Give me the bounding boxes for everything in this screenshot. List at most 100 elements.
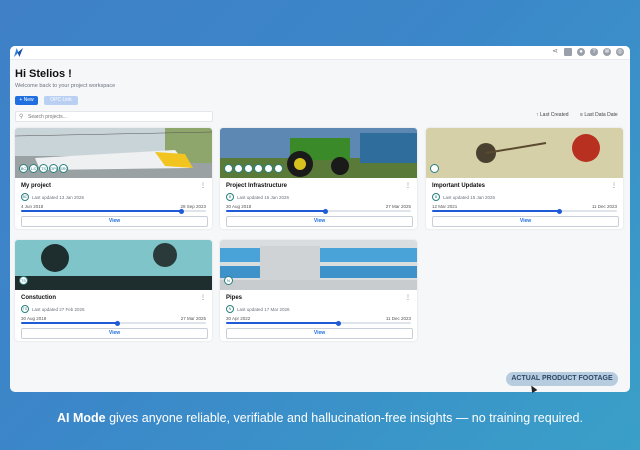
badge: [234, 164, 243, 173]
project-thumbnail-pipes: [220, 240, 417, 290]
user-avatar-icon: TS: [21, 305, 29, 313]
footage-badge: ACTUAL PRODUCT FOOTAGE: [506, 372, 618, 386]
badge: OPC: [49, 164, 59, 173]
caption-text: gives anyone reliable, verifiable and ha…: [105, 411, 583, 425]
badge: [274, 164, 283, 173]
share-icon[interactable]: ⋖: [551, 48, 559, 56]
end-date: 27 Mar 2025: [385, 204, 411, 209]
badge: SRC: [59, 164, 69, 173]
badge: N: [224, 276, 233, 285]
project-card[interactable]: TS Constuction ⋮ TS Last updated 27 Feb …: [15, 240, 212, 341]
project-badges: [430, 164, 439, 173]
new-project-button[interactable]: + New: [15, 96, 38, 105]
badge: [254, 164, 263, 173]
more-options-icon[interactable]: ⋮: [611, 182, 617, 189]
person-icon[interactable]: ●: [577, 48, 585, 56]
badge: TS: [39, 164, 48, 173]
search-box: ⚲: [15, 111, 213, 122]
project-card[interactable]: N Pipes ⋮ N Last updated 17 Mar 2026 30 …: [220, 240, 417, 341]
progress-fill: [432, 210, 560, 212]
user-avatar-icon: B: [226, 193, 234, 201]
more-options-icon[interactable]: ⋮: [405, 294, 411, 301]
view-button[interactable]: View: [226, 216, 413, 227]
last-updated-text: Last updated 15 Jan 2026: [237, 194, 290, 200]
project-title: Project Infrastructure: [226, 183, 288, 189]
app-window: ⋖ ● ? ✲ ◎ Hi Stelios ! Welcome back to y…: [10, 46, 630, 392]
progress-fill: [226, 322, 339, 324]
end-date: 11 Dec 2023: [385, 316, 411, 321]
caption-bold: AI Mode: [57, 411, 106, 425]
progress-bar: [21, 208, 206, 214]
project-card[interactable]: BC LS TS OPC SRC My project ⋮ BC Last up…: [15, 128, 212, 229]
project-card[interactable]: Important Updates ⋮ B Last updated 15 Ja…: [426, 128, 623, 229]
start-date: 4 Jun 2018: [21, 204, 44, 209]
project-thumbnail-splash: [426, 128, 623, 178]
welcome-text: Welcome back to your project workspace: [15, 83, 116, 89]
last-updated: TS Last updated 27 Feb 2026: [21, 305, 85, 313]
app-logo[interactable]: [14, 48, 23, 57]
page-title: Hi Stelios !: [15, 68, 72, 80]
progress-bar: [432, 208, 617, 214]
project-badges: TS: [19, 276, 28, 285]
last-updated: BC Last updated 13 Jan 2026: [21, 193, 84, 201]
progress-knob: [336, 320, 342, 326]
last-updated-text: Last updated 27 Feb 2026: [32, 306, 85, 312]
project-title: Important Updates: [432, 183, 486, 189]
more-options-icon[interactable]: ⋮: [200, 294, 206, 301]
project-card[interactable]: Project Infrastructure ⋮ B Last updated …: [220, 128, 417, 229]
settings-icon[interactable]: ✲: [603, 48, 611, 56]
last-updated: B Last updated 15 Jan 2026: [432, 193, 495, 201]
last-updated-text: Last updated 13 Jan 2026: [32, 194, 85, 200]
start-date: 12 Mar 2021: [432, 204, 458, 209]
sort-arrow-icon: ↑: [536, 112, 539, 118]
view-button[interactable]: View: [226, 328, 413, 339]
progress-knob: [114, 320, 120, 326]
badge: [430, 164, 439, 173]
help-icon[interactable]: ?: [590, 48, 598, 56]
last-updated-text: Last updated 17 Mar 2026: [237, 306, 290, 312]
more-options-icon[interactable]: ⋮: [405, 182, 411, 189]
badge: LS: [29, 164, 38, 173]
badge: BC: [19, 164, 28, 173]
project-badges: N: [224, 276, 233, 285]
progress-knob: [557, 208, 563, 214]
end-date: 28 Sep 2023: [180, 204, 206, 209]
more-options-icon[interactable]: ⋮: [200, 182, 206, 189]
progress-bar: [21, 320, 206, 326]
progress-fill: [21, 210, 182, 212]
caption: AI Mode gives anyone reliable, verifiabl…: [0, 411, 640, 425]
badge: [264, 164, 273, 173]
profile-icon[interactable]: ◎: [616, 48, 624, 56]
last-updated: N Last updated 17 Mar 2026: [226, 305, 290, 313]
sort-last-created[interactable]: ↑ Last Created: [536, 112, 569, 118]
user-avatar-icon: BC: [21, 193, 29, 201]
project-badges: [224, 164, 283, 173]
user-avatar-icon: N: [226, 305, 234, 313]
last-updated: B Last updated 15 Jan 2026: [226, 193, 289, 201]
project-title: Constuction: [21, 295, 56, 301]
camera-icon[interactable]: [564, 48, 572, 56]
user-avatar-icon: B: [432, 193, 440, 201]
project-title: Pipes: [226, 295, 243, 301]
sort-last-data-date[interactable]: ≡ Last Data Date: [580, 112, 618, 118]
start-date: 30 Apr 2022: [226, 316, 251, 321]
progress-bar: [226, 208, 411, 214]
project-badges: BC LS TS OPC SRC: [19, 164, 68, 173]
sort-lines-icon: ≡: [580, 112, 583, 118]
progress-fill: [21, 322, 118, 324]
project-thumbnail-silhouettes: [15, 240, 212, 290]
last-updated-text: Last updated 15 Jan 2026: [443, 194, 496, 200]
sort-last-data-date-label: Last Data Date: [584, 112, 618, 118]
progress-knob: [179, 208, 185, 214]
badge: TS: [19, 276, 28, 285]
end-date: 11 Dec 2023: [591, 204, 617, 209]
end-date: 27 Mar 2025: [180, 316, 206, 321]
view-button[interactable]: View: [432, 216, 619, 227]
progress-bar: [226, 320, 411, 326]
progress-fill: [226, 210, 326, 212]
opc-link-button[interactable]: OPC Link: [44, 96, 78, 105]
search-input[interactable]: [28, 112, 208, 121]
view-button[interactable]: View: [21, 328, 208, 339]
badge: [224, 164, 233, 173]
view-button[interactable]: View: [21, 216, 208, 227]
